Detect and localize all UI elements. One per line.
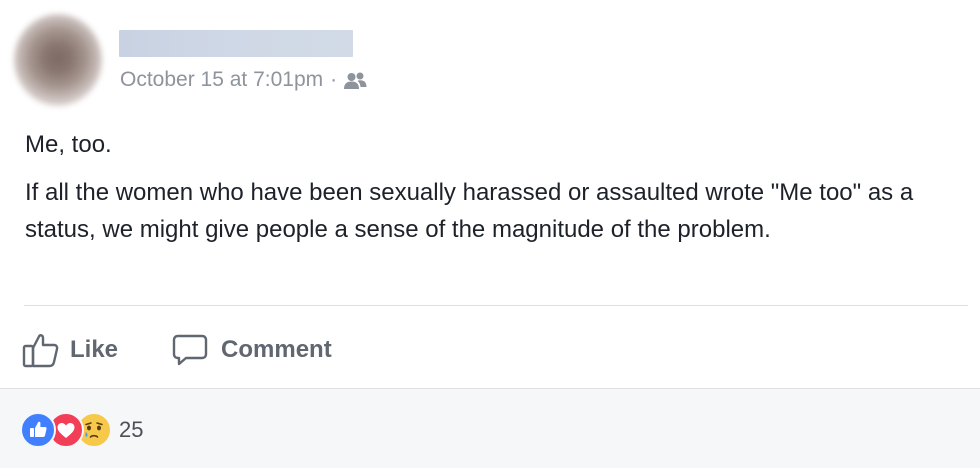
like-label: Like bbox=[70, 336, 119, 363]
author-name-redacted[interactable] bbox=[119, 30, 353, 57]
post-body: Me, too. If all the women who have been … bbox=[25, 126, 965, 248]
reactions-bar: 25 bbox=[0, 388, 980, 468]
avatar[interactable] bbox=[14, 14, 102, 106]
post-header: October 15 at 7:01pm · bbox=[0, 0, 980, 110]
post-card: October 15 at 7:01pm · Me, too. If all t… bbox=[0, 0, 980, 468]
post-paragraph: Me, too. bbox=[25, 131, 112, 158]
actions-divider bbox=[24, 305, 968, 306]
reaction-count[interactable]: 25 bbox=[119, 417, 143, 443]
like-reaction-icon[interactable] bbox=[20, 412, 56, 448]
friends-icon[interactable] bbox=[343, 71, 369, 91]
like-button[interactable]: Like bbox=[22, 332, 118, 368]
post-timestamp[interactable]: October 15 at 7:01pm bbox=[120, 68, 323, 92]
comment-label: Comment bbox=[221, 336, 332, 363]
post-actions: Like Comment bbox=[22, 330, 332, 370]
meta-separator: · bbox=[330, 68, 338, 91]
comment-bubble-icon bbox=[171, 333, 209, 367]
post-meta: October 15 at 7:01pm · bbox=[120, 68, 369, 92]
comment-button[interactable]: Comment bbox=[171, 333, 332, 367]
thumbs-up-icon bbox=[22, 332, 60, 368]
post-paragraph: If all the women who have been sexually … bbox=[25, 179, 914, 243]
reactions-summary[interactable]: 25 bbox=[20, 412, 143, 448]
